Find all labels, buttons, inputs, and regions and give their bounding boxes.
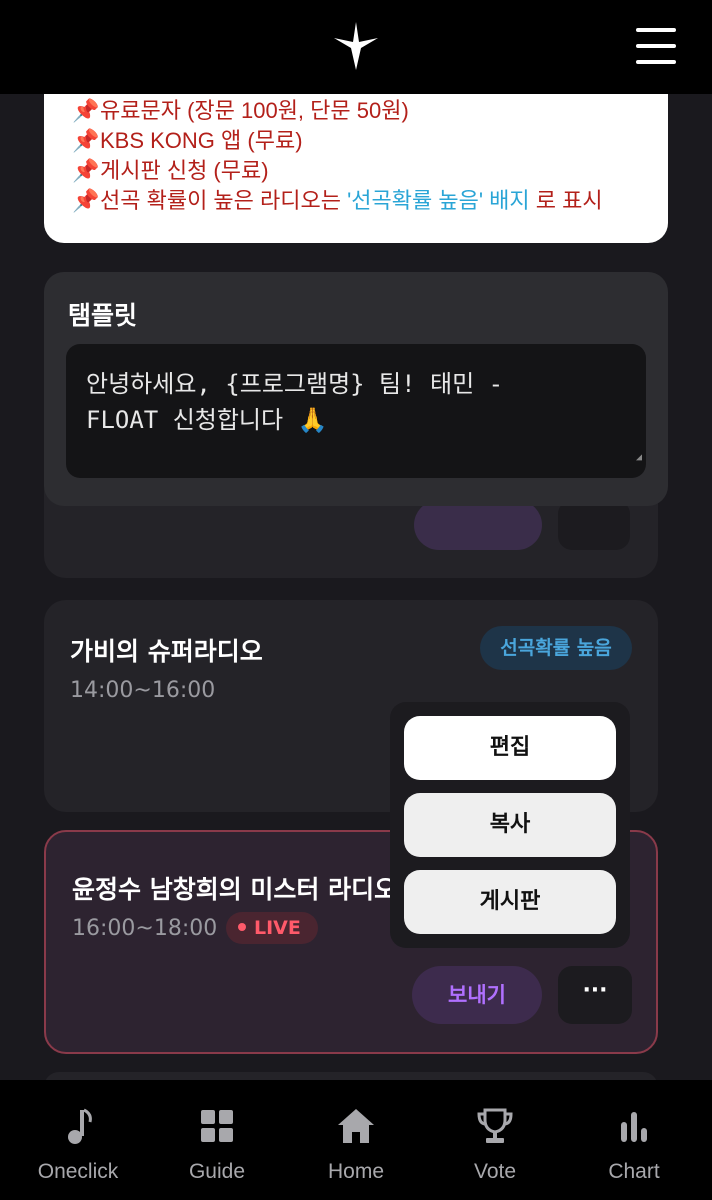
highlight-text: '선곡확률 높음' 배지	[347, 188, 530, 213]
template-card: 탬플릿 안녕하세요, {프로그램명} 팀! 태민 - FLOAT 신청합니다 🙏…	[44, 272, 668, 506]
nav-item-home[interactable]: Home	[285, 1080, 427, 1200]
info-line: 📌게시판 신청 (무료)	[72, 156, 668, 186]
menu-item-board[interactable]: 게시판	[404, 870, 616, 934]
trophy-icon	[477, 1108, 513, 1143]
nav-item-chart[interactable]: Chart	[563, 1080, 705, 1200]
radio-name: 윤정수 남창희의 미스터 라디오	[72, 875, 398, 904]
nav-label: Guide	[188, 1160, 246, 1183]
live-badge: LIVE	[226, 912, 318, 944]
pushpin-icon: 📌	[72, 188, 100, 213]
template-text-line: 안녕하세요, {프로그램명} 팀! 태민 -	[86, 370, 504, 398]
more-options-menu: 편집 복사 게시판	[390, 702, 630, 948]
more-button[interactable]	[558, 500, 630, 550]
more-button[interactable]: ···	[558, 966, 632, 1024]
nav-label: Oneclick	[37, 1160, 119, 1183]
home-icon	[338, 1109, 374, 1143]
star-logo-icon[interactable]	[330, 20, 382, 72]
high-chance-badge: 선곡확률 높음	[480, 626, 632, 670]
radio-time: 16:00~18:00	[72, 916, 218, 941]
pushpin-icon: 📌	[72, 98, 100, 123]
live-dot-icon	[238, 922, 246, 931]
grid-icon	[201, 1110, 233, 1142]
nav-label: Vote	[473, 1160, 517, 1183]
top-bar	[0, 0, 712, 94]
pushpin-icon: 📌	[72, 128, 100, 153]
nav-item-vote[interactable]: Vote	[424, 1080, 566, 1200]
template-text-line: FLOAT 신청합니다 🙏	[86, 406, 328, 434]
nav-item-guide[interactable]: Guide	[146, 1080, 288, 1200]
bar-chart-icon	[621, 1112, 647, 1142]
send-button[interactable]	[414, 500, 542, 550]
pushpin-icon: 📌	[72, 158, 100, 183]
resize-handle-icon[interactable]: ◢	[636, 440, 642, 476]
nav-label: Chart	[608, 1160, 660, 1183]
radio-name: 가비의 슈퍼라디오	[70, 637, 263, 666]
bottom-nav: Oneclick Guide Home Vote Chart	[0, 1080, 712, 1200]
template-title: 탬플릿	[68, 301, 138, 330]
menu-item-edit[interactable]: 편집	[404, 716, 616, 780]
template-textarea[interactable]: 안녕하세요, {프로그램명} 팀! 태민 - FLOAT 신청합니다 🙏 ◢	[66, 344, 646, 478]
info-line: 📌선곡 확률이 높은 라디오는 '선곡확률 높음' 배지 로 표시	[72, 186, 668, 216]
info-line: 📌KBS KONG 앱 (무료)	[72, 126, 668, 156]
hamburger-menu-icon[interactable]	[634, 24, 680, 68]
music-note-icon	[68, 1108, 92, 1144]
menu-item-copy[interactable]: 복사	[404, 793, 616, 857]
radio-time: 14:00~16:00	[70, 678, 216, 703]
nav-item-oneclick[interactable]: Oneclick	[7, 1080, 149, 1200]
info-line: 📌유료문자 (장문 100원, 단문 50원)	[72, 96, 668, 126]
nav-label: Home	[327, 1160, 385, 1183]
send-button[interactable]: 보내기	[412, 966, 542, 1024]
